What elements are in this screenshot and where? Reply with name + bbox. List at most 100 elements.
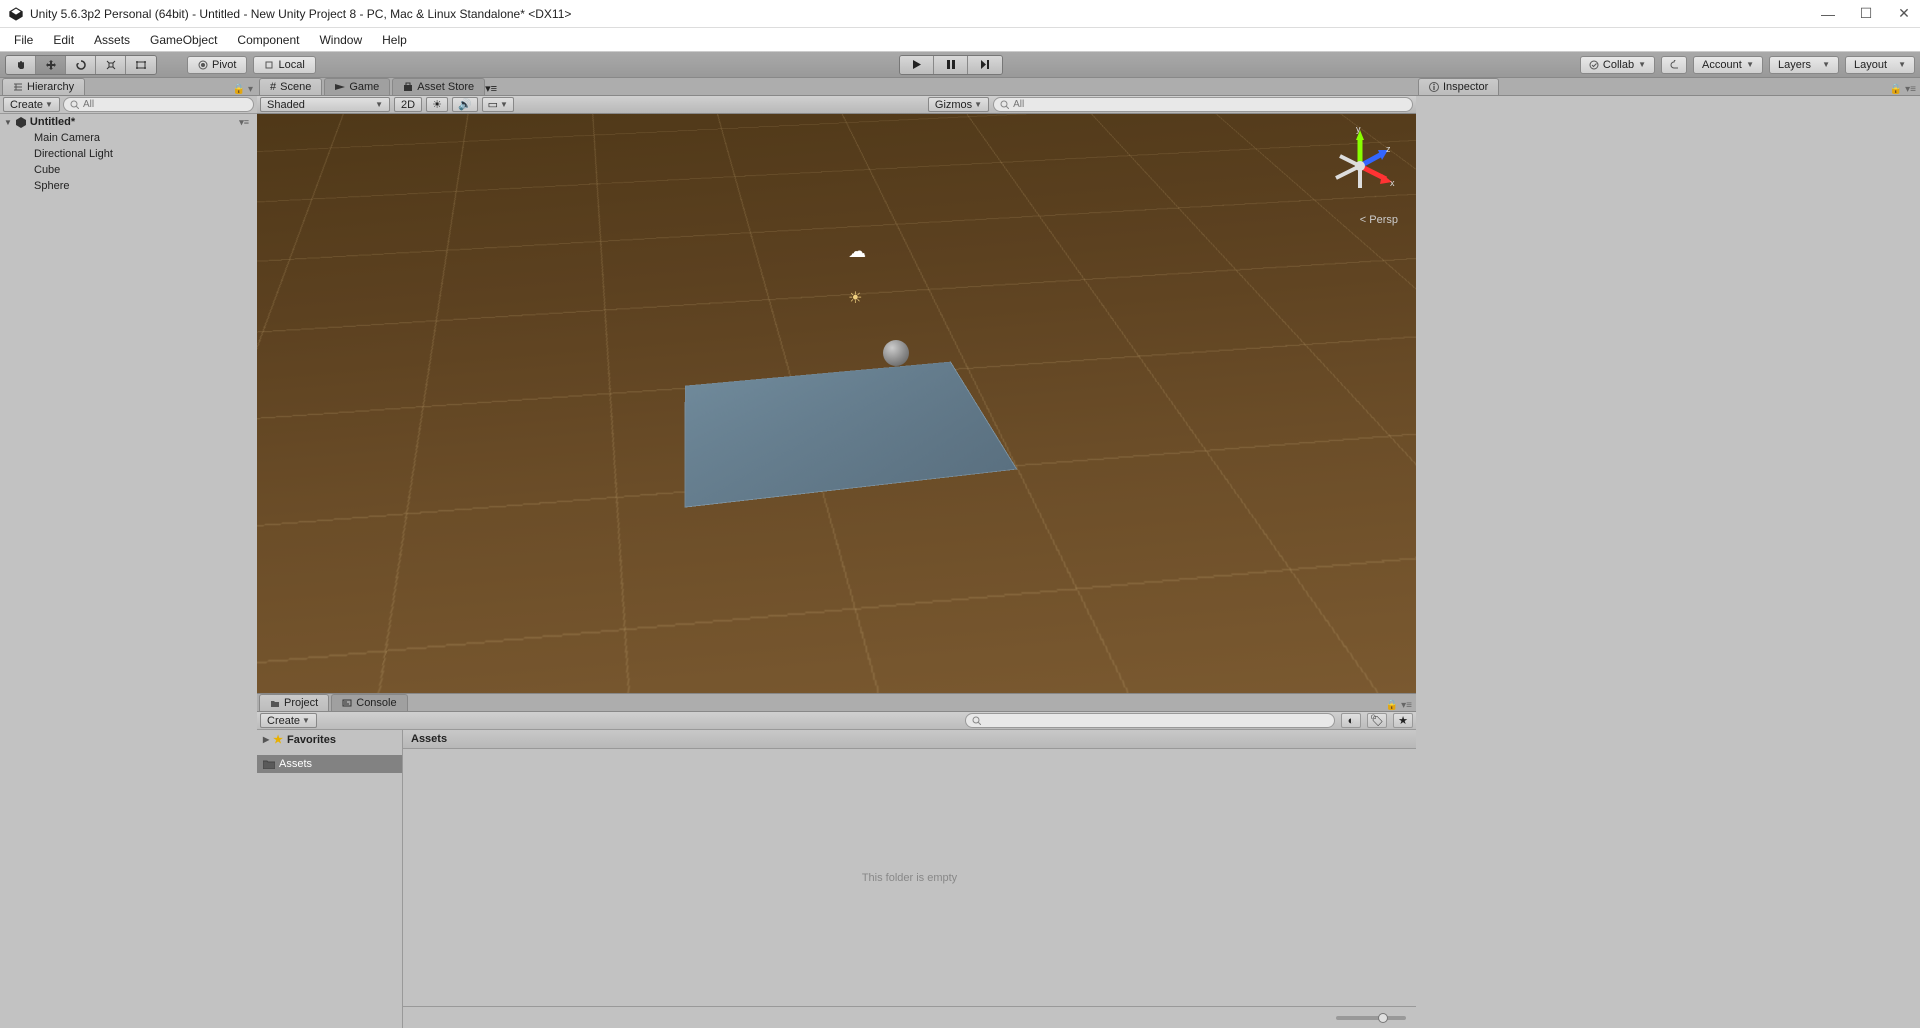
favorites-folder[interactable]: ▶ ★ Favorites [257,730,402,749]
menu-gameobject[interactable]: GameObject [140,29,227,51]
hierarchy-item[interactable]: Cube [0,162,257,178]
menu-help[interactable]: Help [372,29,417,51]
scene-view[interactable]: ☁ ☀ y x z < Persp [257,114,1416,693]
project-content-area[interactable]: This folder is empty [403,749,1416,1006]
scene-search-input[interactable] [1013,99,1406,110]
lighting-toggle[interactable]: ☀ [426,97,448,112]
scene-search[interactable] [993,97,1413,112]
expand-icon[interactable]: ▼ [4,118,12,127]
tab-scene[interactable]: # Scene [259,78,322,95]
layers-label: Layers [1778,59,1811,71]
info-icon [1429,82,1439,92]
projection-label[interactable]: < Persp [1360,214,1398,226]
filter-by-label-button[interactable]: 🏷 [1367,713,1387,728]
menu-edit[interactable]: Edit [43,29,84,51]
expand-icon[interactable]: ▶ [263,735,269,744]
main-toolbar: Pivot Local Collab ▼ Account ▼ Layers ▼ … [0,52,1920,78]
scene-panel-menu[interactable]: ▾≡ [485,82,497,95]
filter-by-type-button[interactable]: ◐ [1341,713,1361,728]
scene-menu-icon[interactable]: ▾≡ [239,117,253,128]
2d-toggle[interactable]: 2D [394,97,422,112]
unity-logo-icon [8,6,24,22]
project-breadcrumb[interactable]: Assets [403,730,1416,749]
assets-folder[interactable]: Assets [257,755,402,773]
rotate-icon [75,59,87,71]
star-icon: ★ [1398,714,1408,727]
transform-tool-group [5,55,157,75]
save-search-button[interactable]: ★ [1393,713,1413,728]
minimize-button[interactable]: — [1820,6,1836,22]
inspector-tab[interactable]: Inspector [1418,78,1499,95]
inspector-lock-icon[interactable]: 🔒 ▾≡ [1890,84,1916,95]
menu-bar: File Edit Assets GameObject Component Wi… [0,28,1920,52]
2d-label: 2D [401,99,415,111]
scene-root[interactable]: ▼ Untitled* ▾≡ [0,114,257,130]
tab-game[interactable]: Game [324,78,390,95]
account-dropdown[interactable]: Account ▼ [1693,56,1763,74]
scene-sphere-object[interactable] [883,340,909,366]
tab-project[interactable]: Project [259,694,329,711]
pause-button[interactable] [934,56,968,74]
shading-mode-dropdown[interactable]: Shaded▼ [260,97,390,112]
asset-store-tab-label: Asset Store [417,81,474,93]
project-panel: Project Console 🔒 ▾≡ Create ▼ ◐ 🏷 ★ [257,693,1416,1028]
pivot-label: Pivot [212,59,236,71]
menu-window[interactable]: Window [309,29,372,51]
menu-component[interactable]: Component [227,29,309,51]
asset-store-icon [403,82,413,92]
menu-assets[interactable]: Assets [84,29,140,51]
maximize-button[interactable]: ☐ [1858,6,1874,22]
rect-tool[interactable] [126,56,156,74]
hierarchy-item[interactable]: Sphere [0,178,257,194]
local-toggle[interactable]: Local [253,56,315,74]
orientation-gizmo[interactable]: y x z [1320,126,1400,206]
tab-asset-store[interactable]: Asset Store [392,78,485,95]
project-search-input[interactable] [981,715,1328,727]
step-button[interactable] [968,56,1002,74]
move-tool[interactable] [36,56,66,74]
layout-dropdown[interactable]: Layout ▼ [1845,56,1915,74]
scale-tool[interactable] [96,56,126,74]
hierarchy-search-input[interactable] [83,99,247,110]
thumbnail-size-slider[interactable] [1336,1016,1406,1020]
panel-lock-icon[interactable]: 🔒 ▾ [233,84,253,95]
hierarchy-create-dropdown[interactable]: Create ▼ [3,97,60,112]
slider-thumb[interactable] [1378,1013,1388,1023]
play-button[interactable] [900,56,934,74]
project-panel-menu[interactable]: 🔒 ▾≡ [1386,700,1412,711]
window-title: Unity 5.6.3p2 Personal (64bit) - Untitle… [30,7,1820,21]
rotate-tool[interactable] [66,56,96,74]
shaded-label: Shaded [267,99,305,111]
tab-console[interactable]: Console [331,694,407,711]
layers-dropdown[interactable]: Layers ▼ [1769,56,1839,74]
search-icon [972,716,981,725]
close-button[interactable]: ✕ [1896,6,1912,22]
camera-gizmo-icon[interactable]: ☁ [848,241,866,262]
inspector-tab-label: Inspector [1443,81,1488,93]
menu-file[interactable]: File [4,29,43,51]
gizmos-dropdown[interactable]: Gizmos ▼ [928,97,989,112]
hierarchy-item[interactable]: Directional Light [0,146,257,162]
rect-icon [135,59,147,71]
console-tab-label: Console [356,697,396,709]
hierarchy-tab[interactable]: Hierarchy [2,78,85,95]
hierarchy-item[interactable]: Main Camera [0,130,257,146]
pivot-toggle[interactable]: Pivot [187,56,247,74]
step-icon [979,59,990,70]
light-gizmo-icon[interactable]: ☀ [848,288,862,308]
hand-icon [15,59,27,71]
local-icon [264,60,274,70]
collab-dropdown[interactable]: Collab ▼ [1580,56,1655,74]
chevron-down-icon: ▼ [1638,60,1646,69]
fx-toggle[interactable]: ▭▼ [482,97,514,112]
cloud-button[interactable] [1661,56,1687,74]
empty-folder-text: This folder is empty [862,872,957,884]
hierarchy-search[interactable] [63,97,254,112]
project-search[interactable] [965,713,1335,728]
hand-tool[interactable] [6,56,36,74]
gizmos-label: Gizmos [935,99,972,111]
chevron-down-icon: ▼ [1822,60,1830,69]
project-create-dropdown[interactable]: Create ▼ [260,713,317,728]
audio-toggle[interactable]: 🔊 [452,97,478,112]
image-icon: ▭ [488,98,498,111]
